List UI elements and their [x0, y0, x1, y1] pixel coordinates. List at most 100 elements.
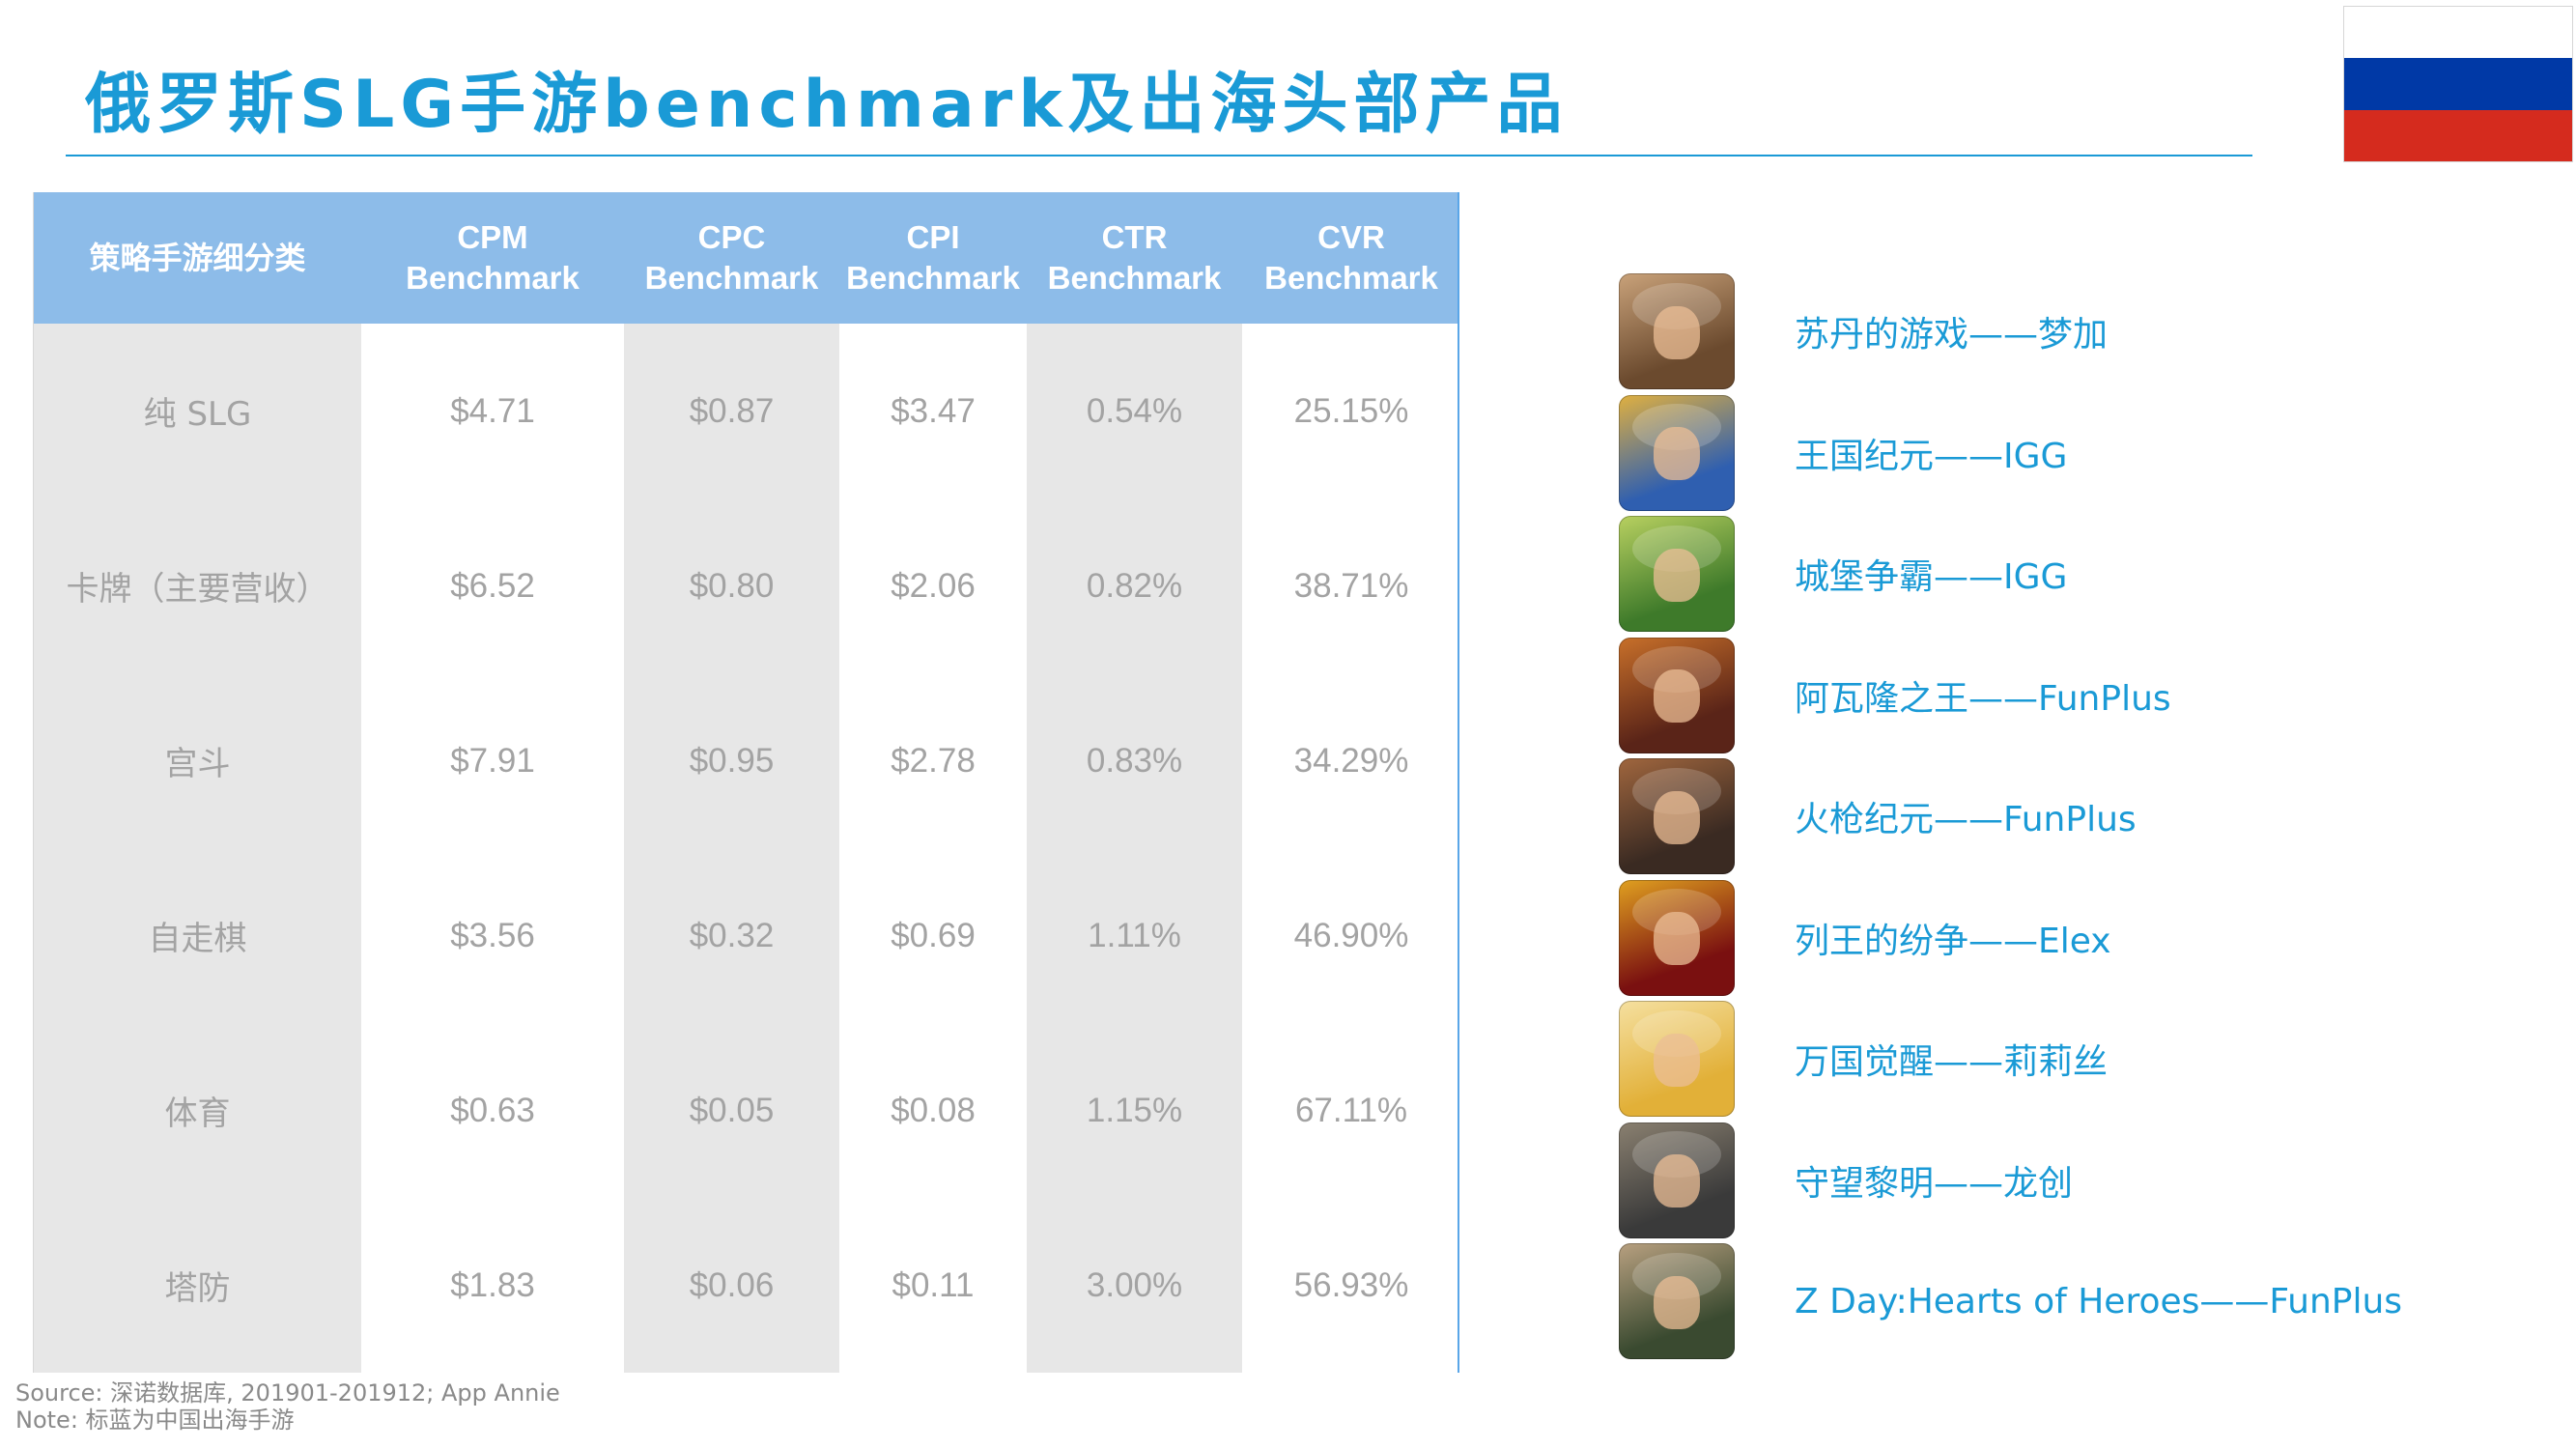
game-list-item: 王国纪元——IGG: [1619, 394, 2546, 512]
header-cvr: CVR Benchmark: [1242, 192, 1460, 324]
sultan-game-app-icon: [1619, 273, 1735, 389]
table-cell: $1.83: [450, 1265, 535, 1304]
header-line: CVR: [1317, 219, 1385, 255]
game-label: 苏丹的游戏——梦加: [1795, 315, 2109, 355]
table-cell: $0.87: [689, 391, 775, 430]
game-list-item: 守望黎明——龙创: [1619, 1122, 2546, 1239]
table-cell: $3.47: [891, 391, 976, 430]
table-cell: $6.52: [450, 566, 535, 605]
icon-figure: [1654, 1154, 1700, 1208]
table-cell: $0.69: [891, 916, 976, 954]
game-label: 列王的纷争——Elex: [1795, 921, 2111, 961]
table-cell: 1.11%: [1088, 916, 1181, 954]
table-cell: 46.90%: [1293, 916, 1409, 954]
game-list-item: 万国觉醒——莉莉丝: [1619, 1000, 2546, 1118]
flag-stripe: [2344, 58, 2572, 110]
table-row: 宫斗 $7.91 $0.95 $2.78 0.83% 34.29%: [34, 673, 1458, 848]
table-row: 纯 SLG $4.71 $0.87 $3.47 0.54% 25.15%: [34, 324, 1458, 498]
game-label: 守望黎明——龙创: [1795, 1163, 2074, 1204]
icon-figure: [1654, 548, 1700, 602]
russia-flag-icon: [2343, 6, 2573, 162]
header-cpc: CPC Benchmark: [624, 192, 839, 324]
game-label: 火枪纪元——FunPlus: [1795, 800, 2137, 839]
table-cell: $0.08: [891, 1091, 976, 1129]
state-of-survival-app-icon: [1619, 1122, 1735, 1238]
game-list-item: 阿瓦隆之王——FunPlus: [1619, 637, 2546, 754]
icon-figure: [1654, 669, 1700, 724]
table-cell: $0.05: [689, 1091, 775, 1129]
table-cell: $4.71: [450, 391, 535, 430]
game-list-item: 列王的纷争——Elex: [1619, 879, 2546, 997]
table-cell: $7.91: [450, 741, 535, 780]
header-cpi: CPI Benchmark: [839, 192, 1027, 324]
header-line: Benchmark: [644, 260, 819, 296]
row-category: 纯 SLG: [143, 395, 252, 434]
table-cell: 67.11%: [1294, 1091, 1408, 1129]
icon-figure: [1654, 790, 1700, 844]
page-title: 俄罗斯SLG手游benchmark及出海头部产品: [85, 67, 1569, 143]
table-cell: $0.95: [689, 741, 775, 780]
header-line: Benchmark: [406, 260, 580, 296]
table-cell: $2.06: [891, 566, 976, 605]
table-cell: 38.71%: [1293, 566, 1409, 605]
table-cell: $2.78: [891, 741, 976, 780]
rise-of-kingdoms-app-icon: [1619, 1001, 1735, 1117]
clash-of-kings-app-icon: [1619, 879, 1735, 996]
table-cell: 25.15%: [1293, 391, 1409, 430]
row-category: 卡牌（主要营收）: [66, 570, 329, 609]
row-category: 自走棋: [148, 920, 247, 958]
table-cell: 0.54%: [1086, 391, 1183, 430]
benchmark-table: 策略手游细分类 CPM Benchmark CPC Benchmark CPI …: [33, 192, 1459, 1373]
note-text: Note: 标蓝为中国出海手游: [15, 1406, 295, 1434]
header-line: Benchmark: [846, 260, 1020, 296]
table-row: 自走棋 $3.56 $0.32 $0.69 1.11% 46.90%: [34, 848, 1458, 1023]
table-cell: 1.15%: [1086, 1091, 1183, 1129]
header-line: CPI: [906, 219, 960, 255]
icon-figure: [1654, 1275, 1700, 1329]
row-category: 体育: [164, 1094, 231, 1133]
header-cpm: CPM Benchmark: [361, 192, 624, 324]
table-row: 卡牌（主要营收） $6.52 $0.80 $2.06 0.82% 38.71%: [34, 498, 1458, 673]
game-list-item: 苏丹的游戏——梦加: [1619, 272, 2546, 390]
table-cell: 34.29%: [1293, 741, 1409, 780]
table-header: 策略手游细分类 CPM Benchmark CPC Benchmark CPI …: [34, 192, 1458, 324]
game-list-item: 城堡争霸——IGG: [1619, 515, 2546, 633]
table-cell: 0.83%: [1086, 741, 1183, 780]
row-category: 宫斗: [164, 745, 231, 783]
table-cell: 0.82%: [1086, 566, 1183, 605]
table-row: 体育 $0.63 $0.05 $0.08 1.15% 67.11%: [34, 1023, 1458, 1198]
table-cell: $0.32: [689, 916, 775, 954]
icon-figure: [1654, 305, 1700, 359]
game-label: 阿瓦隆之王——FunPlus: [1795, 678, 2171, 719]
row-category: 塔防: [164, 1269, 231, 1308]
table-cell: $0.63: [450, 1091, 535, 1129]
game-label: 城堡争霸——IGG: [1795, 557, 2068, 597]
game-label: Z Day:Hearts of Heroes——FunPlus: [1795, 1281, 2403, 1321]
header-line: Benchmark: [1047, 260, 1222, 296]
header-ctr: CTR Benchmark: [1027, 192, 1242, 324]
game-label: 王国纪元——IGG: [1795, 436, 2068, 476]
header-line: CPC: [697, 219, 766, 255]
icon-figure: [1654, 1033, 1700, 1087]
title-divider: [66, 155, 2252, 156]
guns-of-glory-app-icon: [1619, 758, 1735, 874]
icon-figure: [1654, 427, 1700, 481]
z-day-app-icon: [1619, 1243, 1735, 1359]
lords-mobile-app-icon: [1619, 394, 1735, 511]
flag-stripe: [2344, 109, 2572, 161]
table-cell: $3.56: [450, 916, 535, 954]
game-list-item: Z Day:Hearts of Heroes——FunPlus: [1619, 1242, 2546, 1360]
table-cell: 3.00%: [1086, 1265, 1183, 1304]
flag-stripe: [2344, 7, 2572, 59]
table-cell: $0.06: [689, 1265, 775, 1304]
castle-clash-app-icon: [1619, 516, 1735, 632]
icon-figure: [1654, 912, 1700, 966]
king-of-avalon-app-icon: [1619, 637, 1735, 753]
header-line: CTR: [1101, 219, 1168, 255]
table-cell: $0.11: [892, 1265, 975, 1304]
header-line: CPM: [457, 219, 528, 255]
table-row: 塔防 $1.83 $0.06 $0.11 3.00% 56.93%: [34, 1198, 1458, 1373]
game-label: 万国觉醒——莉莉丝: [1795, 1042, 2109, 1082]
table-cell: $0.80: [689, 566, 775, 605]
header-line: Benchmark: [1264, 260, 1438, 296]
